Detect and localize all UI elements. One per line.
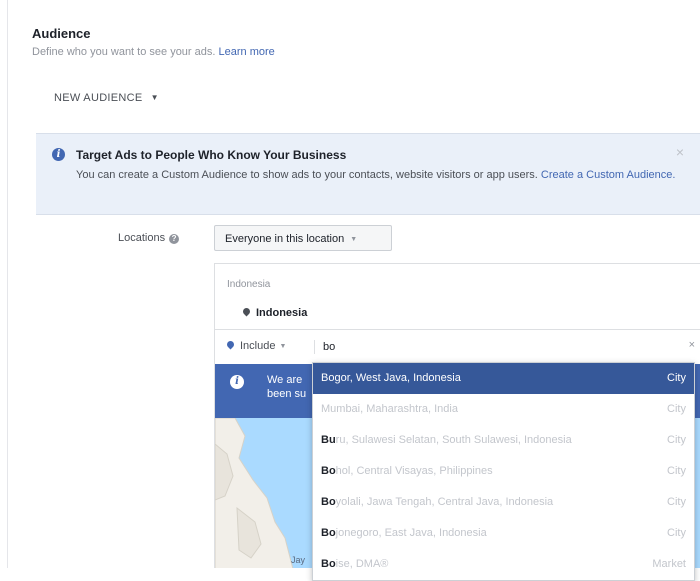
suggestion-match: Bo xyxy=(321,465,336,477)
suggestion-type: City xyxy=(667,434,686,446)
suggestion-item[interactable]: Mumbai, Maharashtra, India City xyxy=(313,394,694,425)
suggestion-name: Bogor, West Java, Indonesia xyxy=(321,372,461,384)
help-icon[interactable]: ? xyxy=(169,234,180,244)
learn-more-link[interactable]: Learn more xyxy=(219,46,275,58)
suggestion-match: Bo xyxy=(321,496,336,508)
left-border xyxy=(7,0,8,568)
locations-label-text: Locations xyxy=(118,232,166,244)
location-search-input[interactable] xyxy=(319,338,667,356)
suggestion-match: Bu xyxy=(321,434,336,446)
include-label: Include xyxy=(240,340,276,352)
suggestion-name: ru, Sulawesi Selatan, South Sulawesi, In… xyxy=(335,434,572,446)
custom-audience-banner: i Target Ads to People Who Know Your Bus… xyxy=(36,133,700,215)
suggestion-name: yolali, Jawa Tengah, Central Java, Indon… xyxy=(335,496,554,508)
suggestion-item[interactable]: Boyolali, Jawa Tengah, Central Java, Ind… xyxy=(313,487,694,518)
suggestion-match: Bo xyxy=(321,558,336,570)
suggestion-name: ise, DMA® xyxy=(335,558,389,570)
suggestion-match: Bo xyxy=(321,527,336,539)
new-audience-dropdown[interactable]: NEW AUDIENCE ▼ xyxy=(54,92,159,104)
suggestion-item[interactable]: Buru, Sulawesi Selatan, South Sulawesi, … xyxy=(313,425,694,456)
banner-text: You can create a Custom Audience to show… xyxy=(76,166,676,184)
map-attribution: Jay xyxy=(291,555,306,565)
selected-location-label: Indonesia xyxy=(256,307,308,319)
location-type-value: Everyone in this location xyxy=(225,233,345,245)
suggestion-item[interactable]: Bogor, West Java, Indonesia City xyxy=(313,363,694,394)
selected-location[interactable]: Indonesia xyxy=(241,306,308,319)
subtitle-text: Define who you want to see your ads. xyxy=(32,46,216,58)
country-header: Indonesia xyxy=(227,279,271,290)
info-icon: i xyxy=(230,375,244,389)
include-dropdown[interactable]: Include ▼ xyxy=(225,339,287,352)
suggestion-type: Market xyxy=(652,558,686,570)
section-title: Audience xyxy=(32,26,91,41)
create-custom-audience-link[interactable]: Create a Custom Audience. xyxy=(541,169,676,181)
suggestion-type: City xyxy=(667,403,686,415)
location-pin-icon xyxy=(241,306,252,317)
close-icon[interactable]: × xyxy=(676,144,684,160)
location-search-row: Include▼ × xyxy=(215,330,700,364)
suggestion-type: City xyxy=(667,496,686,508)
location-type-select[interactable]: Everyone in this location ▼ xyxy=(214,225,392,251)
suggestion-type: City xyxy=(667,372,686,384)
separator xyxy=(314,340,315,354)
chevron-down-icon: ▼ xyxy=(150,93,159,102)
suggestion-item[interactable]: Bohol, Central Visayas, Philippines City xyxy=(313,456,694,487)
suggestion-type: City xyxy=(667,465,686,477)
banner-body: You can create a Custom Audience to show… xyxy=(76,169,538,181)
chevron-down-icon: ▼ xyxy=(350,236,358,243)
location-pin-icon xyxy=(225,339,236,350)
suggestion-item[interactable]: Boise, DMA® Market xyxy=(313,549,694,580)
clear-search-icon[interactable]: × xyxy=(689,339,695,351)
suggestion-name: hol, Central Visayas, Philippines xyxy=(335,465,493,477)
suggestion-type: City xyxy=(667,527,686,539)
section-subtitle: Define who you want to see your ads. Lea… xyxy=(32,46,275,58)
new-audience-label: NEW AUDIENCE xyxy=(54,92,143,104)
chevron-down-icon: ▼ xyxy=(279,343,287,350)
info-icon: i xyxy=(52,148,65,161)
suggestion-item[interactable]: Bojonegoro, East Java, Indonesia City xyxy=(313,518,694,549)
locations-label: Locations? xyxy=(118,232,180,244)
banner-title: Target Ads to People Who Know Your Busin… xyxy=(76,148,347,162)
suggestion-name: jonegoro, East Java, Indonesia xyxy=(335,527,487,539)
location-suggestions: Bogor, West Java, Indonesia City Mumbai,… xyxy=(312,362,695,581)
suggestion-name: Mumbai, Maharashtra, India xyxy=(321,403,458,415)
